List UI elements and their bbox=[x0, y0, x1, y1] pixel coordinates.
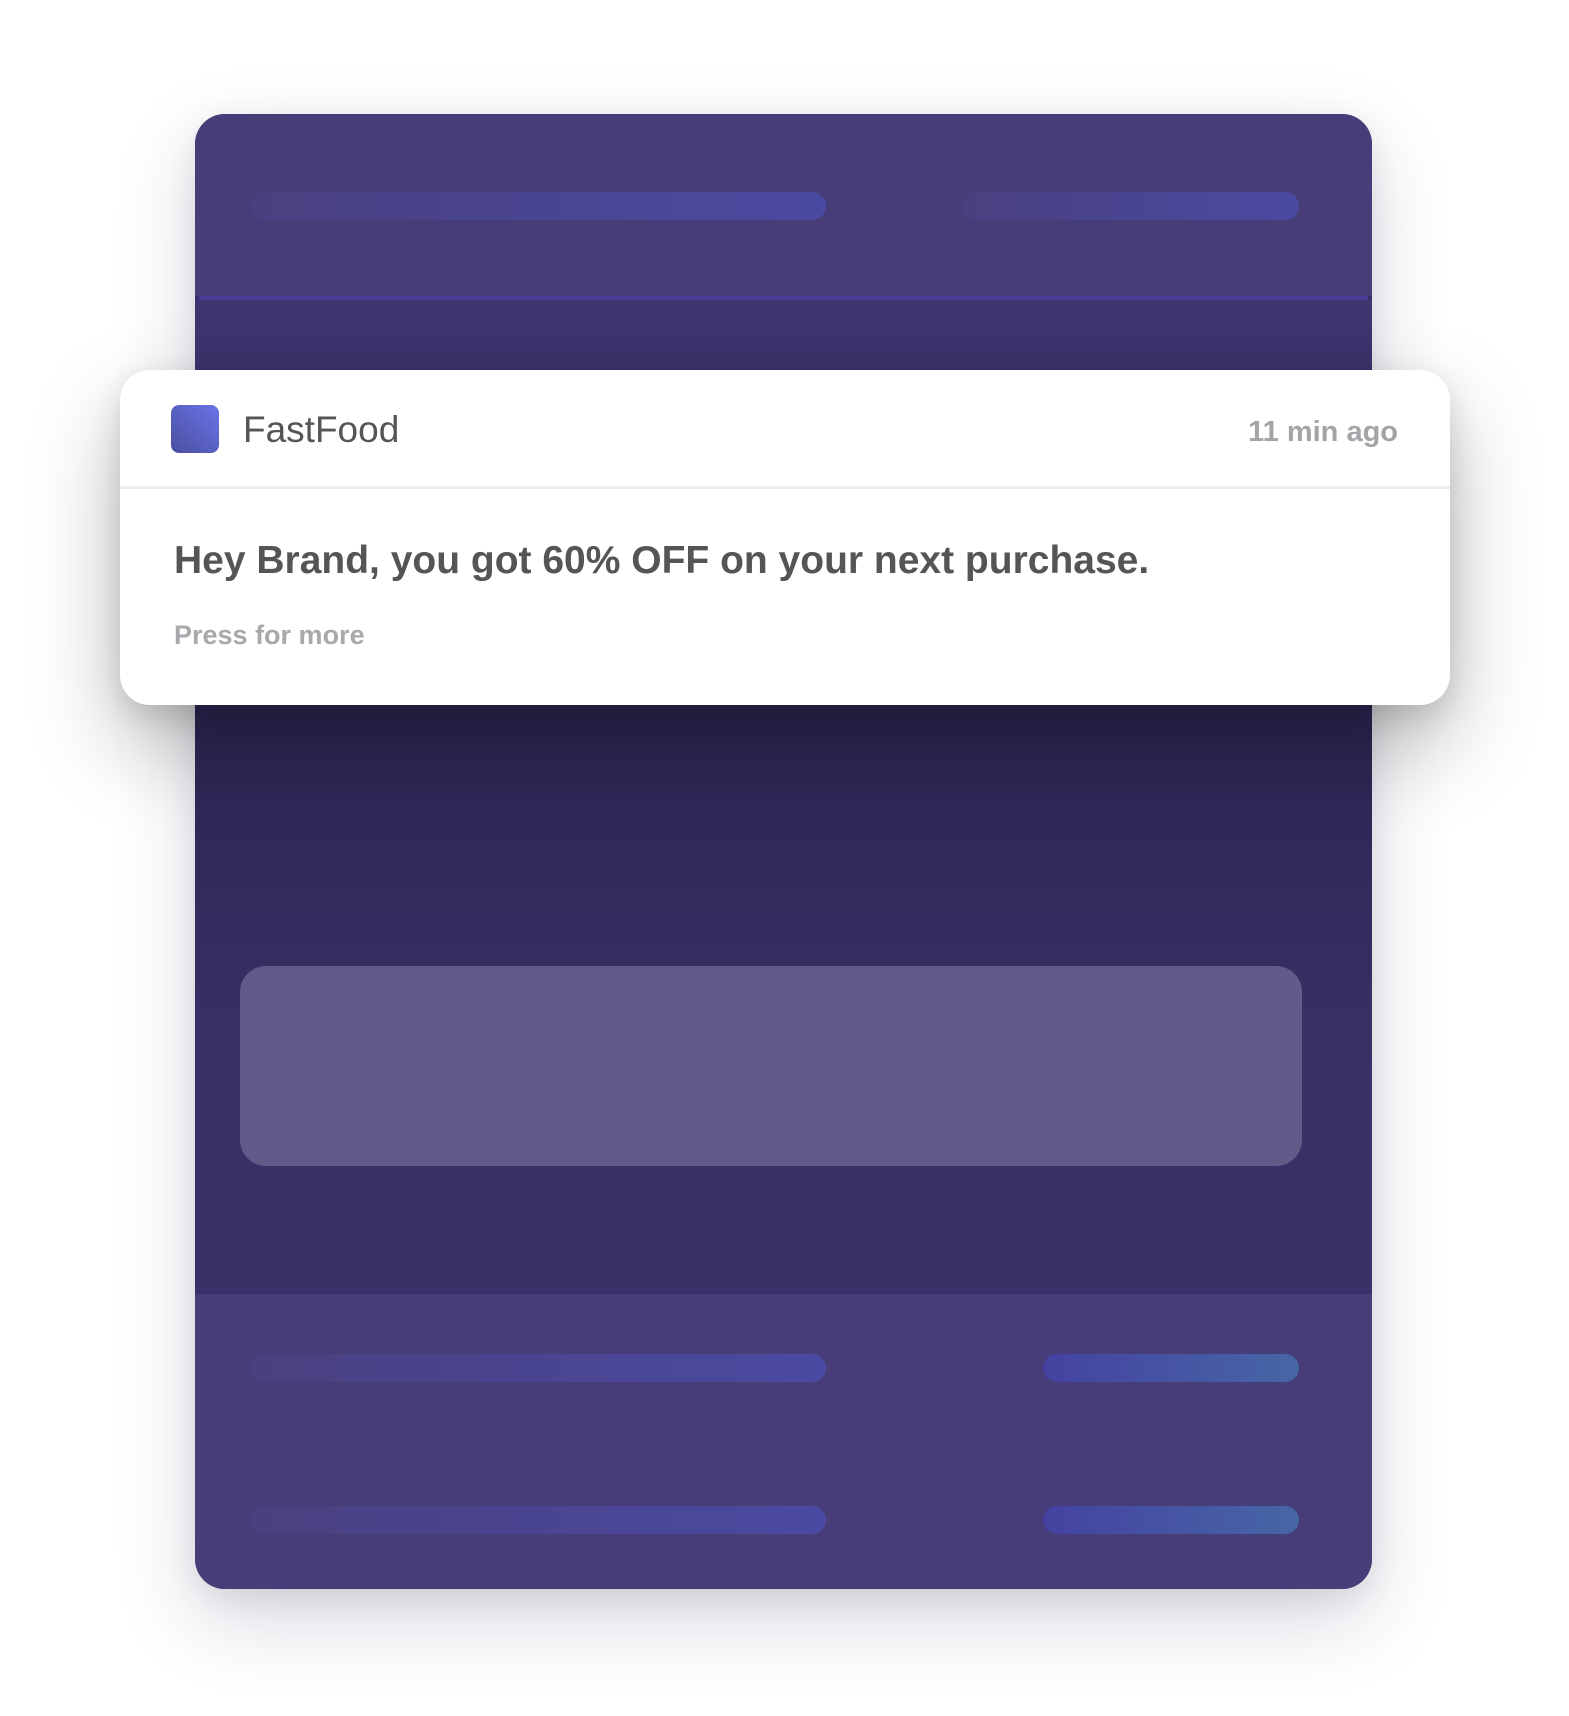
header-placeholder-right bbox=[962, 192, 1299, 220]
footer-row2-placeholder-left bbox=[251, 1506, 826, 1534]
push-notification[interactable]: FastFood 11 min ago Hey Brand, you got 6… bbox=[120, 370, 1450, 705]
notification-header: FastFood 11 min ago bbox=[120, 370, 1450, 489]
notification-subtitle: Press for more bbox=[174, 620, 365, 650]
card-header bbox=[195, 114, 1372, 296]
footer-row2-placeholder-right bbox=[1043, 1506, 1299, 1534]
content-placeholder-block bbox=[240, 966, 1302, 1166]
header-placeholder-left bbox=[251, 192, 826, 220]
card-footer bbox=[195, 1294, 1372, 1589]
app-name: FastFood bbox=[243, 409, 400, 450]
footer-row1-placeholder-left bbox=[251, 1354, 826, 1382]
notification-title: Hey Brand, you got 60% OFF on your next … bbox=[174, 539, 1150, 582]
notification-timestamp: 11 min ago bbox=[1248, 416, 1398, 448]
background-app-card bbox=[195, 114, 1372, 1589]
app-logo-icon bbox=[171, 405, 219, 453]
footer-row1-placeholder-right bbox=[1043, 1354, 1299, 1382]
